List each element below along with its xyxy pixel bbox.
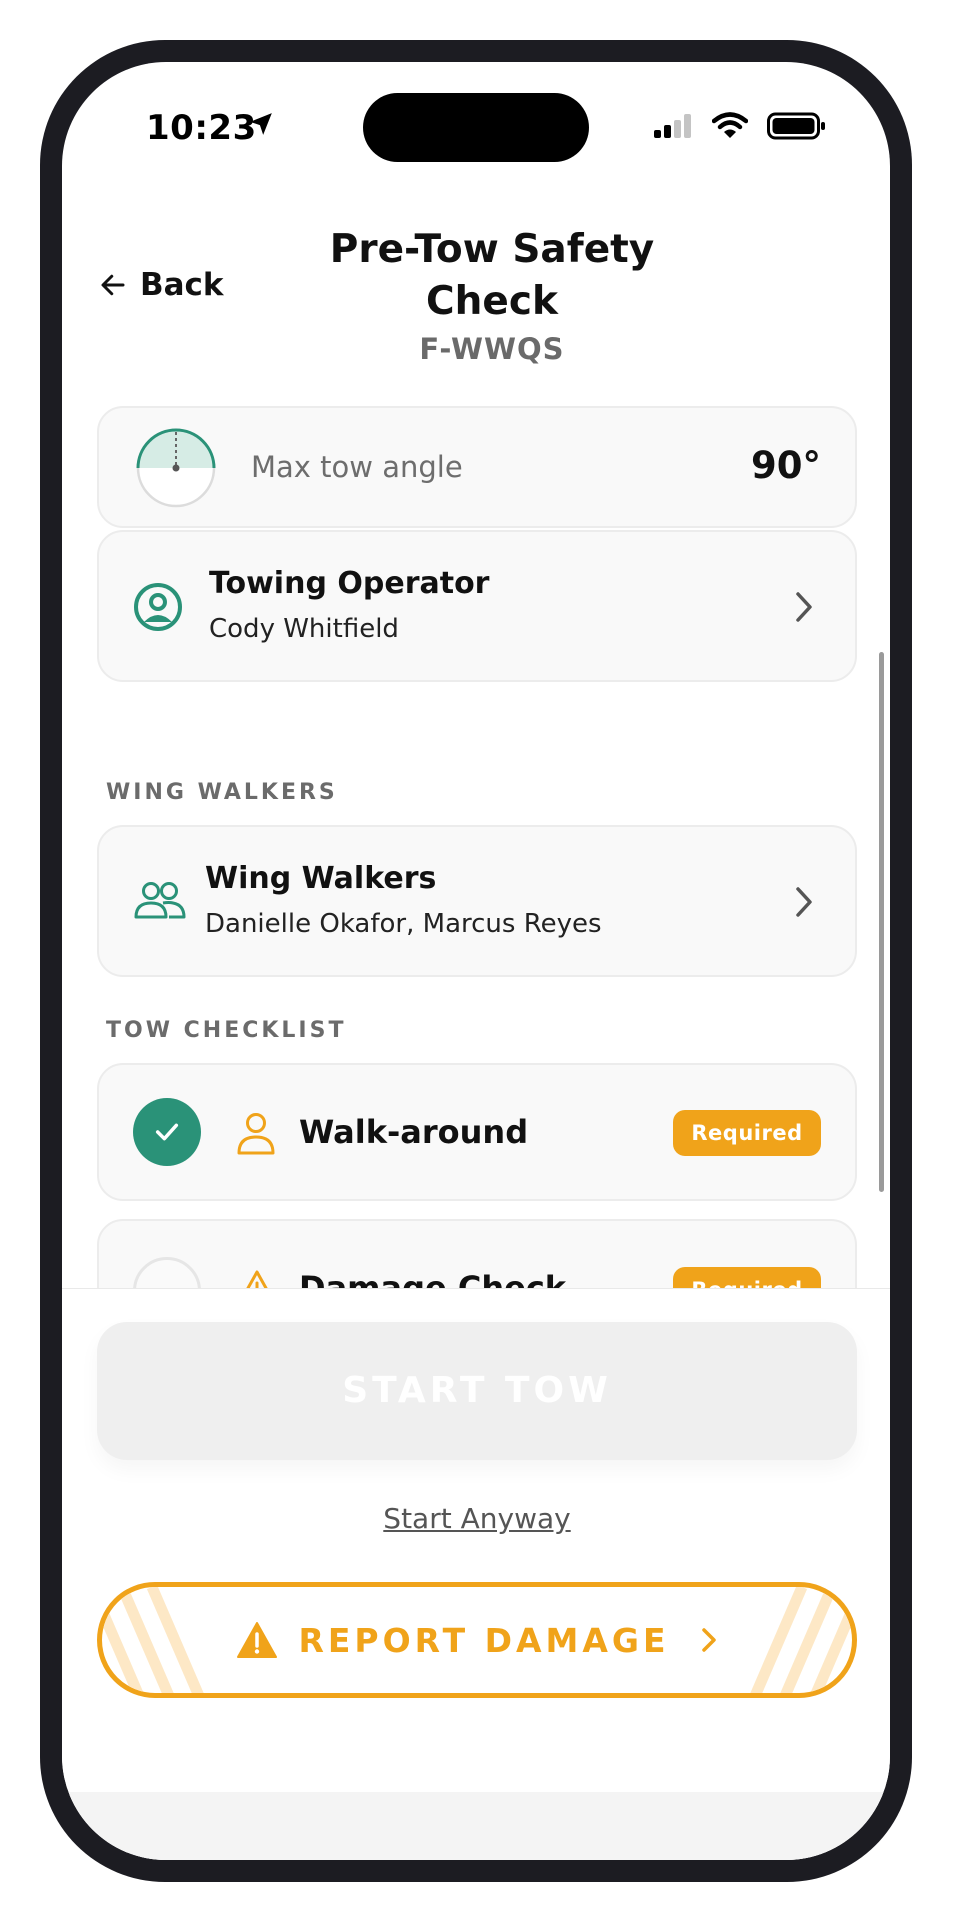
back-label: Back [140, 267, 224, 303]
start-anyway-link[interactable]: Start Anyway [312, 1502, 642, 1535]
scrollbar[interactable] [879, 652, 884, 1192]
tow-angle-value: 90° [751, 444, 821, 487]
report-damage-button[interactable]: REPORT DAMAGE [97, 1582, 857, 1698]
operator-title: Towing Operator [209, 566, 490, 601]
wifi-icon [712, 112, 748, 138]
required-badge: Required [673, 1110, 821, 1156]
wing-walkers-card[interactable]: Wing Walkers Danielle Okafor, Marcus Rey… [97, 825, 857, 977]
status-time: 10:23 [146, 108, 257, 148]
chevron-right-icon [701, 1628, 716, 1652]
checklist-item-walk-around[interactable]: Walk-around Required [97, 1063, 857, 1201]
signal-icon [654, 114, 691, 138]
tow-angle-card: Max tow angle 90° [97, 406, 857, 528]
wing-walkers-title: Wing Walkers [205, 861, 437, 896]
app-screen: 10:23 Back Pre-Tow Safety Check F-WWQS M… [62, 62, 890, 1860]
location-arrow-icon [250, 113, 272, 135]
back-arrow-icon [101, 274, 125, 296]
wing-walkers-section-label: WING WALKERS [106, 780, 338, 805]
person-icon [237, 1113, 275, 1155]
start-tow-button[interactable]: START TOW [97, 1322, 857, 1460]
hazard-stripes-left [102, 1587, 204, 1693]
towing-operator-card[interactable]: Towing Operator Cody Whitfield [97, 530, 857, 682]
aircraft-registration: F-WWQS [419, 332, 565, 366]
checklist-item-title: Walk-around [299, 1113, 529, 1151]
hazard-stripes-right [750, 1587, 852, 1693]
users-icon [134, 882, 186, 919]
user-circle-icon [134, 583, 182, 631]
checkmark-icon [155, 1123, 179, 1141]
back-button[interactable]: Back [98, 267, 224, 303]
home-indicator-area [62, 1792, 890, 1860]
warning-triangle-icon [237, 1622, 278, 1658]
operator-name: Cody Whitfield [209, 614, 399, 644]
chevron-right-icon [796, 592, 812, 622]
tow-checklist-section-label: TOW CHECKLIST [106, 1018, 347, 1043]
dynamic-island [363, 93, 589, 162]
tow-angle-gauge-icon [136, 428, 216, 508]
checkbox-checked[interactable] [133, 1098, 201, 1166]
battery-icon [767, 112, 825, 140]
report-damage-label: REPORT DAMAGE [298, 1620, 670, 1660]
chevron-right-icon [796, 887, 812, 917]
page-title: Pre-Tow Safety Check [329, 227, 655, 324]
tow-angle-label: Max tow angle [251, 450, 463, 484]
wing-walkers-names: Danielle Okafor, Marcus Reyes [205, 909, 602, 939]
